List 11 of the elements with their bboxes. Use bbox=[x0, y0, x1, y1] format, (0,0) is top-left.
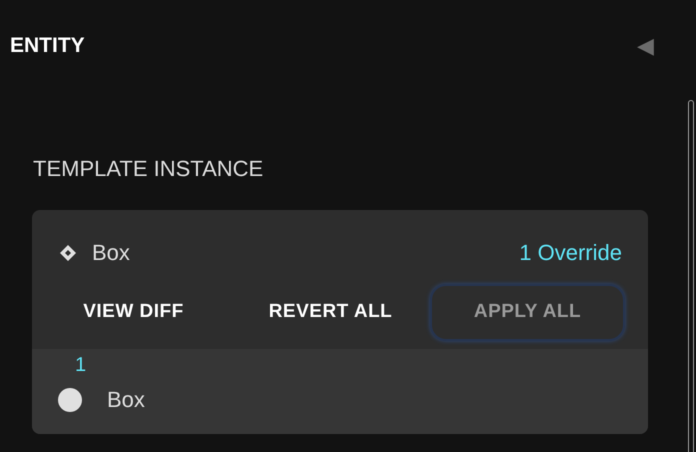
panel-title: ENTITY bbox=[10, 35, 85, 56]
section-title: TEMPLATE INSTANCE bbox=[33, 158, 264, 180]
template-name: Box bbox=[92, 242, 130, 264]
scrollbar[interactable] bbox=[688, 100, 694, 452]
item-name[interactable]: Box bbox=[107, 389, 145, 411]
override-number: 1 bbox=[75, 355, 86, 375]
action-button[interactable]: VIEW DIFF bbox=[36, 284, 231, 341]
collapse-button[interactable]: ◀ bbox=[637, 34, 654, 56]
action-button[interactable]: REVERT ALL bbox=[233, 284, 428, 341]
diamond-icon bbox=[58, 243, 78, 263]
override-count[interactable]: 1 Override bbox=[519, 242, 622, 264]
